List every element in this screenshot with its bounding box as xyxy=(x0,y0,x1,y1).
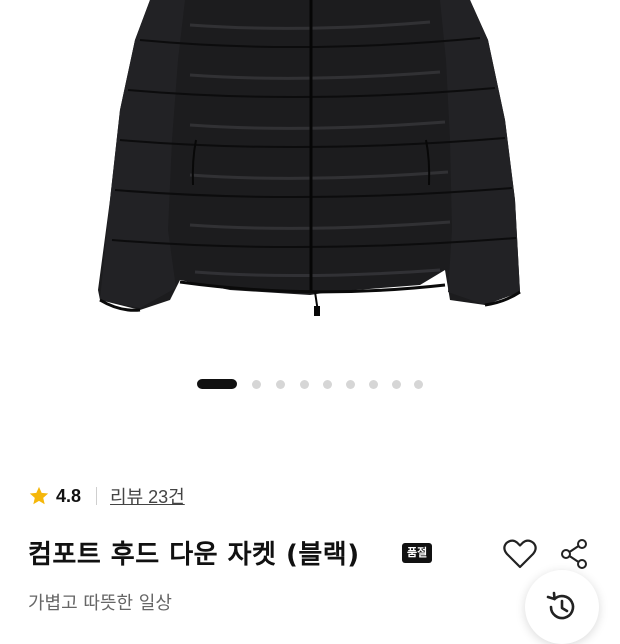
carousel-dot[interactable] xyxy=(276,380,285,389)
product-subtitle: 가볍고 따뜻한 일상 xyxy=(28,593,172,614)
carousel-dot[interactable] xyxy=(300,380,309,389)
divider xyxy=(96,487,98,505)
recently-viewed-button[interactable] xyxy=(525,570,599,644)
wishlist-button[interactable] xyxy=(500,534,540,574)
sold-out-badge: 품절 xyxy=(402,543,433,563)
heart-icon xyxy=(503,539,537,569)
history-icon xyxy=(546,591,575,620)
share-icon xyxy=(561,539,587,569)
jacket-illustration xyxy=(98,0,521,316)
product-image[interactable] xyxy=(0,0,620,340)
carousel-dot[interactable] xyxy=(346,380,355,389)
star-icon xyxy=(29,486,49,505)
carousel-dot[interactable] xyxy=(369,380,378,389)
review-count-link[interactable]: 리뷰 23건 xyxy=(110,483,185,509)
rating-row: 4.8 리뷰 23건 xyxy=(28,484,185,508)
carousel-dot[interactable] xyxy=(252,380,261,389)
carousel-indicator xyxy=(0,378,620,390)
carousel-dot[interactable] xyxy=(392,380,401,389)
carousel-dot-active[interactable] xyxy=(197,379,237,389)
share-button[interactable] xyxy=(554,534,594,574)
carousel-dot[interactable] xyxy=(323,380,332,389)
carousel-dot[interactable] xyxy=(414,380,423,389)
rating-score: 4.8 xyxy=(56,485,82,506)
product-title: 컴포트 후드 다운 자켓 (블랙) xyxy=(28,540,360,570)
